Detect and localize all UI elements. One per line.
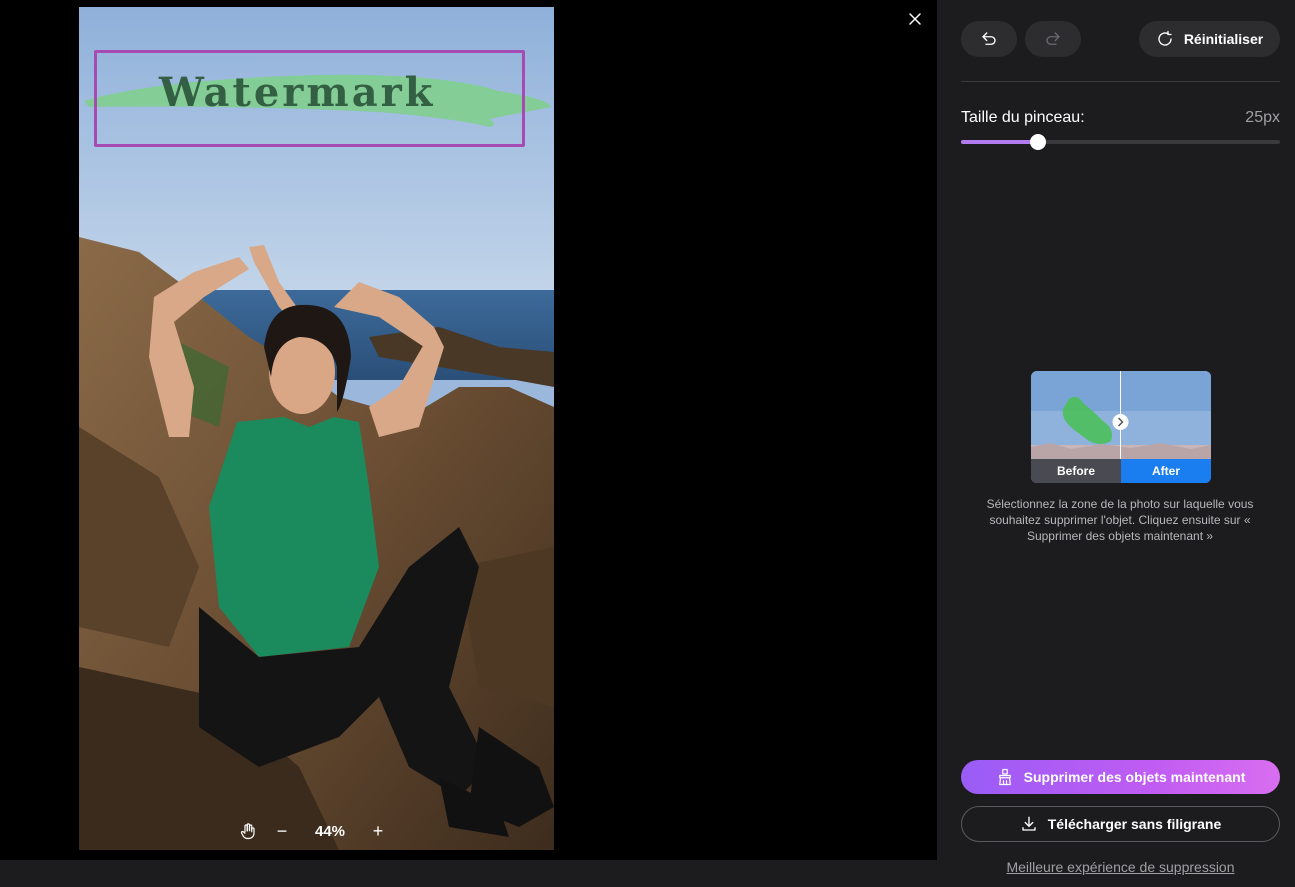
- redo-icon: [1046, 32, 1060, 45]
- download-icon: [1022, 816, 1036, 831]
- redo-button[interactable]: [1025, 21, 1081, 57]
- undo-button[interactable]: [961, 21, 1017, 57]
- brush-size-slider[interactable]: [961, 134, 1280, 150]
- hand-pan-icon[interactable]: [236, 819, 260, 843]
- reset-button[interactable]: Réinitialiser: [1139, 21, 1280, 57]
- zoom-in-button[interactable]: +: [366, 821, 390, 842]
- remove-objects-label: Supprimer des objets maintenant: [1023, 769, 1246, 785]
- remove-objects-button[interactable]: Supprimer des objets maintenant: [961, 760, 1280, 794]
- side-panel: Réinitialiser Taille du pinceau: 25px Be…: [937, 0, 1295, 887]
- zoom-level: 44%: [314, 822, 346, 840]
- canvas-area: Watermark − 44% +: [0, 0, 937, 860]
- brush-size-value: 25px: [1245, 109, 1280, 126]
- after-label: After: [1121, 459, 1211, 483]
- close-icon: [909, 13, 921, 25]
- eraser-brush-icon: [998, 768, 1011, 786]
- app: Watermark − 44% + Réinitialiser Taille d…: [0, 0, 1295, 887]
- reset-icon: [1158, 30, 1172, 46]
- watermark-text: Watermark: [159, 69, 436, 116]
- slider-thumb[interactable]: [1029, 134, 1046, 150]
- divider: [961, 81, 1280, 82]
- zoom-out-button[interactable]: −: [270, 821, 294, 842]
- instruction-text: Sélectionnez la zone de la photo sur laq…: [986, 497, 1254, 543]
- bottom-strip: [0, 860, 937, 887]
- download-button[interactable]: Télécharger sans filigrane: [961, 806, 1280, 842]
- better-removal-link[interactable]: Meilleure expérience de suppression: [961, 859, 1280, 875]
- photo-canvas[interactable]: Watermark: [79, 7, 554, 850]
- brush-size-label: Taille du pinceau:: [961, 109, 1085, 126]
- slider-fill: [961, 140, 1038, 144]
- before-label: Before: [1031, 459, 1121, 483]
- zoom-controls: − 44% +: [236, 819, 390, 843]
- undo-icon: [982, 32, 996, 45]
- before-after-preview: Before After: [1031, 371, 1211, 483]
- download-label: Télécharger sans filigrane: [1047, 816, 1222, 832]
- reset-label: Réinitialiser: [1183, 31, 1264, 47]
- close-button[interactable]: [904, 8, 926, 30]
